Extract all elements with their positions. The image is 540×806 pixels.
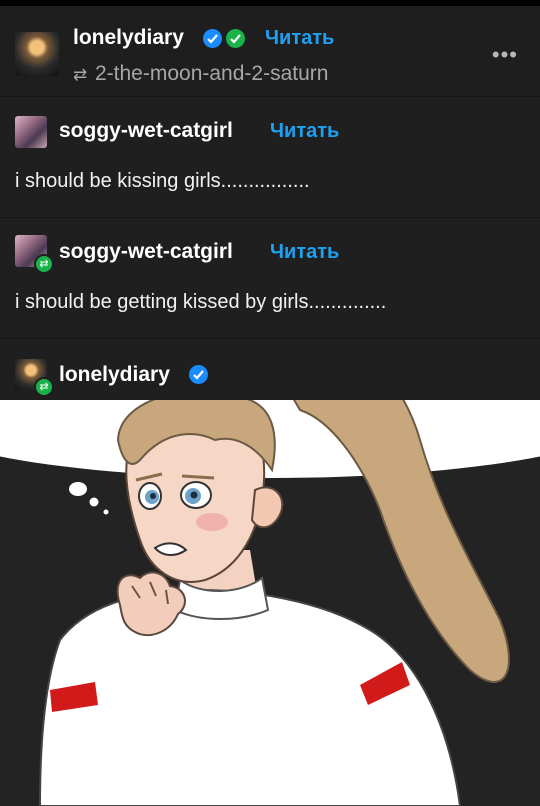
- reblog-entry: ⇄ soggy-wet-catgirl Читать i should be g…: [0, 218, 540, 339]
- reblog-text: i should be kissing girls...............…: [15, 170, 310, 192]
- reblog-username[interactable]: lonelydiary: [59, 363, 170, 387]
- verified-blue-icon: [203, 29, 222, 48]
- watermark: @digirlie: [160, 778, 253, 802]
- follow-button[interactable]: Читать: [270, 120, 339, 143]
- illustration: @digirlie: [0, 400, 540, 806]
- post-header: lonelydiary Читать ⇄ 2-the-moon-and-2-sat…: [0, 6, 540, 97]
- reblog-entry: soggy-wet-catgirl Читать i should be kis…: [0, 97, 540, 218]
- avatar[interactable]: [15, 116, 47, 148]
- reblog-entry: ⇄ lonelydiary: [0, 339, 540, 401]
- reblog-badge-icon: ⇄: [34, 377, 54, 397]
- reblog-text: i should be getting kissed by girls.....…: [15, 291, 387, 313]
- reblog-username[interactable]: soggy-wet-catgirl: [59, 240, 233, 264]
- verified-green-icon: [226, 29, 245, 48]
- follow-button[interactable]: Читать: [270, 241, 339, 264]
- reblog-icon: ⇄: [73, 65, 88, 84]
- post-author-username[interactable]: lonelydiary: [73, 26, 184, 50]
- reblog-username[interactable]: soggy-wet-catgirl: [59, 119, 233, 143]
- reblogged-from[interactable]: ⇄ 2-the-moon-and-2-saturn: [73, 62, 328, 86]
- reblogged-from-blog[interactable]: 2-the-moon-and-2-saturn: [95, 62, 328, 85]
- follow-button[interactable]: Читать: [265, 27, 334, 50]
- more-options-icon[interactable]: •••: [492, 42, 518, 68]
- avatar[interactable]: [15, 32, 59, 76]
- reblog-badge-icon: ⇄: [34, 254, 54, 274]
- verified-blue-icon: [189, 365, 208, 384]
- character-drawing: [0, 400, 540, 806]
